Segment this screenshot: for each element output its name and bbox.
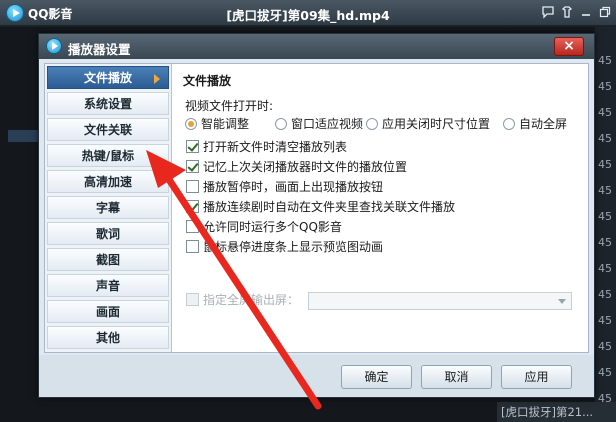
open-mode-radio-2[interactable]: 应用关闭时尺寸位置 [366, 116, 490, 132]
playlist-item-number[interactable]: 45 [598, 262, 612, 275]
nav-item-label: 其他 [95, 331, 120, 345]
restore-icon[interactable] [597, 5, 613, 21]
option-checkbox-5[interactable]: 鼠标悬停进度条上显示预览图动画 [186, 239, 383, 255]
fullscreen-monitor-checkbox[interactable]: 指定全屏输出屏： [186, 292, 299, 308]
playlist-item-number[interactable]: 45 [598, 210, 612, 223]
fullscreen-monitor-select[interactable] [308, 292, 572, 310]
option-checkbox-4[interactable]: 允许同时运行多个QQ影音 [186, 219, 342, 235]
nav-item-label: 截图 [95, 253, 120, 267]
option-checkbox-1[interactable]: 记忆上次关闭播放器时文件的播放位置 [186, 159, 407, 175]
nav-item-label: 系统设置 [83, 97, 132, 111]
checkbox-box [186, 220, 199, 233]
playlist-item-number[interactable]: 45 [598, 184, 612, 197]
nav-item-2[interactable]: 文件关联 [47, 118, 169, 141]
radio-label: 应用关闭时尺寸位置 [382, 117, 491, 131]
checkbox-box [186, 240, 199, 253]
checkbox-label: 鼠标悬停进度条上显示预览图动画 [203, 240, 384, 254]
nav-item-label: 画面 [95, 305, 120, 319]
chevron-right-icon [154, 74, 160, 84]
dialog-body: 文件播放系统设置文件关联热键/鼠标高清加速字幕歌词截图声音画面其他 文件播放 视… [44, 63, 589, 353]
playlist-item-number[interactable]: 45 [598, 340, 612, 353]
radio-label: 自动全屏 [519, 117, 568, 131]
playlist-item-number[interactable]: 45 [598, 54, 612, 67]
nav-item-1[interactable]: 系统设置 [47, 92, 169, 115]
checkbox-label: 指定全屏输出屏： [203, 293, 300, 307]
checkbox-box [186, 160, 199, 173]
dialog-titlebar[interactable]: 播放器设置 × [39, 34, 594, 59]
nav-item-label: 文件关联 [83, 123, 132, 137]
minimize-icon[interactable] [578, 5, 594, 21]
settings-nav: 文件播放系统设置文件关联热键/鼠标高清加速字幕歌词截图声音画面其他 [45, 64, 172, 352]
playlist-item-number[interactable]: 45 [598, 106, 612, 119]
playlist-item-number[interactable]: 45 [598, 80, 612, 93]
ok-button[interactable]: 确定 [341, 365, 412, 389]
nav-item-label: 歌词 [95, 227, 120, 241]
playlist-item-number[interactable]: 45 [598, 236, 612, 249]
open-mode-radio-0[interactable]: 智能调整 [185, 116, 249, 132]
checkbox-label: 记忆上次关闭播放器时文件的播放位置 [203, 160, 408, 174]
nav-item-label: 文件播放 [83, 71, 132, 85]
option-checkbox-3[interactable]: 播放连续剧时自动在文件夹里查找关联文件播放 [186, 199, 455, 215]
dialog-title: 播放器设置 [68, 42, 131, 57]
checkbox-box [186, 200, 199, 213]
option-checkbox-2[interactable]: 播放暂停时，画面上出现播放按钮 [186, 179, 383, 195]
message-icon[interactable] [540, 5, 556, 21]
nav-item-7[interactable]: 截图 [47, 248, 169, 271]
checkbox-label: 允许同时运行多个QQ影音 [203, 220, 342, 234]
checkbox-box [186, 140, 199, 153]
radio-label: 智能调整 [201, 117, 250, 131]
settings-content: 文件播放 视频文件打开时: 智能调整 窗口适应视频 应用关闭时尺寸位置 自动全屏 打开… [173, 64, 588, 352]
playlist-item-number[interactable]: 45 [598, 366, 612, 379]
checkbox-label: 播放连续剧时自动在文件夹里查找关联文件播放 [203, 200, 456, 214]
checkbox-box [186, 293, 199, 306]
nav-item-label: 高清加速 [83, 175, 132, 189]
checkbox-label: 打开新文件时清空播放列表 [203, 140, 348, 154]
open-behavior-label: 视频文件打开时: [185, 99, 274, 113]
settings-dialog: 播放器设置 × 文件播放系统设置文件关联热键/鼠标高清加速字幕歌词截图声音画面其… [38, 33, 595, 398]
nav-item-9[interactable]: 画面 [47, 300, 169, 323]
radio-dot [366, 118, 378, 130]
nav-item-10[interactable]: 其他 [47, 326, 169, 349]
checkbox-box [186, 180, 199, 193]
apply-button[interactable]: 应用 [501, 365, 572, 389]
playlist-item-number[interactable]: 45 [598, 132, 612, 145]
nav-item-6[interactable]: 歌词 [47, 222, 169, 245]
cancel-button[interactable]: 取消 [421, 365, 492, 389]
skin-icon[interactable] [559, 5, 575, 21]
nav-item-label: 声音 [95, 279, 120, 293]
checkbox-label: 播放暂停时，画面上出现播放按钮 [203, 180, 384, 194]
option-checkbox-0[interactable]: 打开新文件时清空播放列表 [186, 139, 347, 155]
radio-dot [275, 118, 287, 130]
playlist-item-number[interactable]: 45 [598, 288, 612, 301]
qq-player-logo-icon [46, 38, 62, 54]
playlist-item-number[interactable]: 45 [598, 158, 612, 171]
player-titlebar[interactable]: QQ影音 [虎口拔牙]第09集_hd.mp4 [0, 0, 616, 26]
nav-item-4[interactable]: 高清加速 [47, 170, 169, 193]
nav-item-5[interactable]: 字幕 [47, 196, 169, 219]
nav-item-0[interactable]: 文件播放 [47, 66, 169, 89]
background-fragment [8, 130, 38, 142]
playlist-item-number[interactable]: 45 [598, 314, 612, 327]
close-button[interactable]: × [554, 37, 584, 56]
radio-dot [185, 118, 197, 130]
nav-item-3[interactable]: 热键/鼠标 [47, 144, 169, 167]
nav-item-label: 字幕 [95, 201, 120, 215]
nav-item-label: 热键/鼠标 [81, 149, 135, 163]
open-mode-radio-3[interactable]: 自动全屏 [503, 116, 567, 132]
file-title: [虎口拔牙]第09集_hd.mp4 [226, 8, 390, 23]
radio-dot [503, 118, 515, 130]
chevron-down-icon [558, 299, 566, 304]
playlist-item[interactable]: [虎口拔牙]第21... [497, 402, 616, 422]
section-title: 文件播放 [183, 74, 232, 88]
radio-label: 窗口适应视频 [291, 117, 364, 131]
nav-item-8[interactable]: 声音 [47, 274, 169, 297]
open-mode-radio-1[interactable]: 窗口适应视频 [275, 116, 363, 132]
